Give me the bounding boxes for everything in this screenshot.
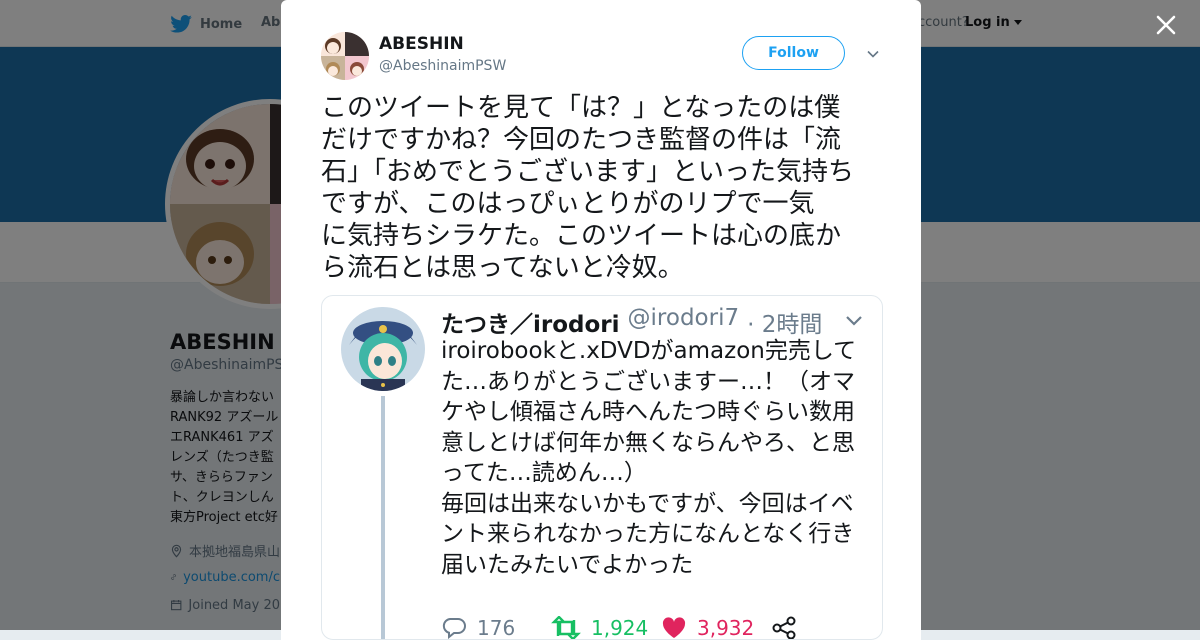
quoted-share [771, 616, 797, 639]
author-avatar[interactable] [321, 32, 369, 80]
thread-line [381, 396, 385, 639]
reply-icon [442, 618, 466, 639]
anime-girls-avatar-image [321, 32, 369, 80]
tweet-more-options-button[interactable] [865, 46, 881, 62]
author-name[interactable]: ABESHIN [379, 34, 464, 54]
quoted-retweet-count: 1,924 [551, 616, 649, 640]
reply-count: 176 [477, 616, 516, 640]
green-haired-character-avatar-image [341, 307, 425, 391]
tweet-permalink-modal: ABESHIN @AbeshinaimPSW Follow このツイートを見て「… [281, 0, 921, 640]
author-handle[interactable]: @AbeshinaimPSW [379, 58, 506, 74]
chevron-down-icon [846, 316, 862, 326]
chevron-down-icon [867, 50, 879, 58]
share-icon [772, 616, 796, 639]
quoted-tweet-header: たつき／irodori @irodori7 · 2時間 [441, 305, 822, 339]
tweet-text: このツイートを見て「は？」となったのは僕 だけですかね？今回のたつき監督の件は「… [321, 93, 855, 283]
like-count: 3,932 [697, 616, 755, 640]
quoted-like-count: 3,932 [661, 616, 755, 640]
quoted-author-avatar [341, 307, 425, 391]
tweet-attached-image[interactable]: たつき／irodori @irodori7 · 2時間 iroirobookと.… [321, 295, 883, 640]
quoted-tweet-time: · 2時間 [747, 312, 823, 338]
quoted-reply-count: 176 [441, 616, 516, 640]
quoted-author-name: たつき／irodori [441, 312, 620, 338]
close-icon [1156, 15, 1176, 35]
close-modal-button[interactable] [1153, 12, 1179, 38]
retweet-count: 1,924 [591, 616, 649, 640]
heart-icon [662, 617, 686, 638]
quoted-author-handle: @irodori7 [627, 305, 740, 331]
follow-button[interactable]: Follow [742, 36, 845, 70]
retweet-icon [551, 616, 581, 639]
quoted-tweet-actions: 176 1,924 3,932 [441, 616, 881, 640]
quoted-tweet-text: iroirobookと.xDVDがamazon完売して た…ありがとうございます… [441, 338, 857, 578]
